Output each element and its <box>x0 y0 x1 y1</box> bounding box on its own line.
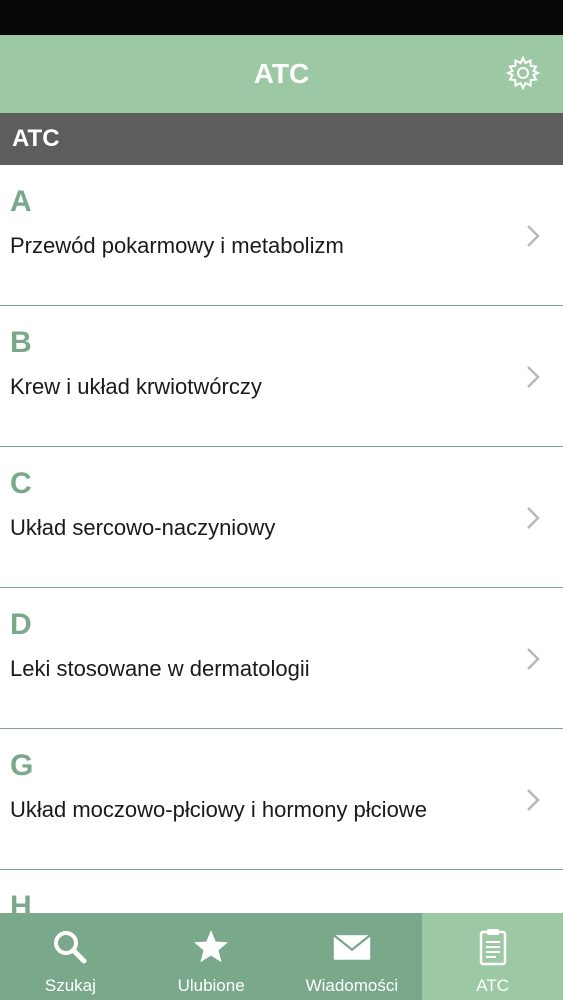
tab-label: Wiadomości <box>305 976 399 995</box>
list-item[interactable]: B Krew i układ krwiotwórczy <box>0 306 563 447</box>
envelope-icon <box>332 927 372 967</box>
list-item-letter: B <box>10 326 32 359</box>
list-item-letter: A <box>10 185 32 218</box>
tab-messages[interactable]: Wiadomości <box>282 913 423 1000</box>
star-icon <box>191 927 231 967</box>
list-item[interactable]: A Przewód pokarmowy i metabolizm <box>0 165 563 306</box>
list-item[interactable]: G Układ moczowo-płciowy i hormony płciow… <box>0 729 563 870</box>
chevron-right-icon <box>527 648 540 670</box>
chevron-right-icon <box>527 366 540 388</box>
clipboard-icon <box>473 927 513 967</box>
search-icon <box>50 927 90 967</box>
list-item-letter: D <box>10 608 32 641</box>
list-item-label: Układ moczowo-płciowy i hormony płciowe <box>10 797 427 822</box>
list-item-label: Układ sercowo-naczyniowy <box>10 515 276 540</box>
chevron-right-icon <box>527 225 540 247</box>
tab-search[interactable]: Szukaj <box>0 913 141 1000</box>
list-item[interactable]: C Układ sercowo-naczyniowy <box>0 447 563 588</box>
tab-label: ATC <box>476 976 509 995</box>
list-item-label: Przewód pokarmowy i metabolizm <box>10 233 344 258</box>
atc-list: A Przewód pokarmowy i metabolizm B Krew … <box>0 165 563 913</box>
tab-bar: Szukaj Ulubione Wiadomości ATC <box>0 913 563 1000</box>
list-item-label: Leki stosowane w dermatologii <box>10 656 310 681</box>
list-item[interactable]: D Leki stosowane w dermatologii <box>0 588 563 729</box>
list-item-letter: C <box>10 467 32 500</box>
status-bar <box>0 0 563 35</box>
list-item[interactable]: H <box>0 870 563 913</box>
page-title: ATC <box>253 58 310 89</box>
navigation-bar: ATC <box>0 35 563 113</box>
section-title: ATC <box>12 125 60 152</box>
list-item-letter: H <box>10 890 32 913</box>
chevron-right-icon <box>527 507 540 529</box>
tab-label: Ulubione <box>177 976 245 995</box>
list-item-label: Krew i układ krwiotwórczy <box>10 374 262 399</box>
tab-favorites[interactable]: Ulubione <box>141 913 282 1000</box>
section-header: ATC <box>0 113 563 165</box>
chevron-right-icon <box>527 789 540 811</box>
tab-atc[interactable]: ATC <box>422 913 563 1000</box>
tab-label: Szukaj <box>44 976 96 995</box>
gear-icon[interactable] <box>505 55 541 91</box>
list-item-letter: G <box>10 749 34 782</box>
